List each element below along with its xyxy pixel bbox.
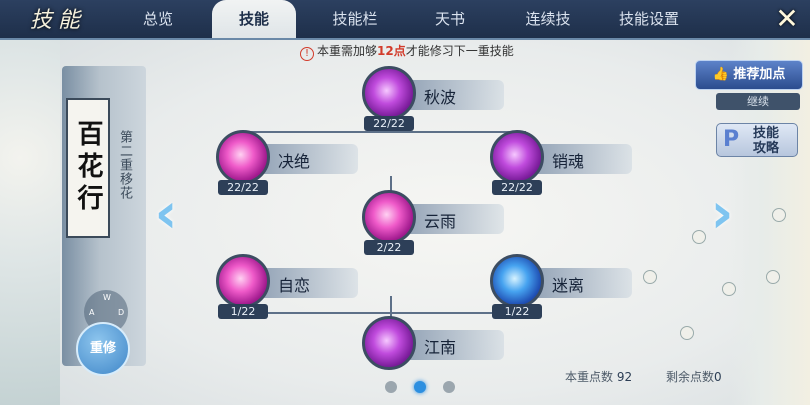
- skill-level: 1/22: [218, 304, 268, 319]
- decor-dot: [766, 270, 780, 284]
- skill-name: 迷离: [552, 276, 585, 295]
- page-dot-2[interactable]: [414, 381, 426, 393]
- skill-node[interactable]: 决绝 22/22: [216, 130, 366, 195]
- skill-node[interactable]: 自恋 1/22: [216, 254, 366, 319]
- tab-skill-bar[interactable]: 技能栏: [310, 0, 400, 38]
- tab-skills[interactable]: 技能: [212, 0, 296, 38]
- thumbs-up-icon: 👍: [712, 67, 729, 82]
- skill-name: 云雨: [424, 212, 457, 231]
- notice-prefix: 本重需加够: [317, 44, 378, 58]
- skill-icon: [362, 190, 416, 244]
- reset-skills-button[interactable]: 重修: [76, 322, 130, 376]
- notice-points: 12点: [377, 44, 406, 58]
- skill-level: 22/22: [364, 116, 414, 131]
- skill-logo: 技能: [30, 8, 87, 33]
- skill-icon: [490, 254, 544, 308]
- skill-name: 自恋: [278, 276, 311, 295]
- decor-dot: [643, 270, 657, 284]
- recommend-label: 推荐加点: [733, 67, 786, 82]
- joystick-left: A: [89, 308, 95, 317]
- tab-heavenly-book[interactable]: 天书: [410, 0, 490, 38]
- upgrade-notice: ! 本重需加够12点才能修习下一重技能: [300, 42, 570, 61]
- next-page-arrow-icon[interactable]: ›: [704, 186, 740, 242]
- skill-node[interactable]: 迷离 1/22: [490, 254, 640, 319]
- joystick-right: D: [118, 308, 125, 317]
- tab-skill-settings[interactable]: 技能设置: [604, 0, 694, 38]
- skill-icon: [490, 130, 544, 184]
- skill-level: 22/22: [218, 180, 268, 195]
- decor-dot: [692, 230, 706, 244]
- page-dot-3[interactable]: [443, 381, 455, 393]
- remaining-points-label: 剩余点数: [666, 370, 715, 384]
- tab-combo[interactable]: 连续技: [500, 0, 596, 38]
- school-tier: 第二重移花: [117, 130, 132, 200]
- skill-icon: [216, 254, 270, 308]
- skill-level: 2/22: [364, 240, 414, 255]
- skill-screen: 技能 总览 技能 技能栏 天书 连续技 技能设置 ✕ ! 本重需加够12点才能修习…: [0, 0, 810, 405]
- page-dot-1[interactable]: [385, 381, 397, 393]
- left-flower-decoration: [0, 38, 60, 405]
- used-points: 本重点数 92: [565, 368, 632, 385]
- guide-icon: P: [723, 127, 740, 152]
- warning-icon: !: [300, 47, 314, 61]
- prev-page-arrow-icon[interactable]: ‹: [148, 186, 184, 242]
- skill-name: 销魂: [552, 152, 585, 171]
- guide-label-1: 技能: [753, 126, 780, 141]
- notice-suffix: 才能修习下一重技能: [405, 44, 514, 58]
- guide-label-2: 攻略: [753, 141, 780, 156]
- decor-dot: [680, 326, 694, 340]
- used-points-value: 92: [616, 370, 633, 384]
- skill-name: 秋波: [424, 88, 457, 107]
- skill-icon: [362, 316, 416, 370]
- skill-node[interactable]: 云雨 2/22: [362, 190, 512, 255]
- remaining-points-value: 0: [714, 370, 722, 384]
- decor-dot: [772, 208, 786, 222]
- continue-button[interactable]: 继续: [716, 93, 800, 110]
- decor-dot: [722, 282, 736, 296]
- recommend-points-button[interactable]: 👍 推荐加点: [695, 60, 803, 90]
- skill-name: 决绝: [278, 152, 311, 171]
- skill-guide-button[interactable]: P 技能 攻略: [716, 123, 798, 157]
- skill-icon: [362, 66, 416, 120]
- skill-node[interactable]: 江南: [362, 316, 512, 376]
- school-name: 百花行: [66, 98, 110, 238]
- skill-node[interactable]: 销魂 22/22: [490, 130, 640, 195]
- tab-overview[interactable]: 总览: [118, 0, 198, 38]
- close-icon[interactable]: ✕: [772, 4, 802, 34]
- remaining-points: 剩余点数0: [666, 368, 722, 385]
- connector: [390, 296, 392, 318]
- top-tab-bar: 技能 总览 技能 技能栏 天书 连续技 技能设置 ✕: [0, 0, 810, 40]
- used-points-label: 本重点数: [565, 370, 614, 384]
- joystick-up: W: [103, 293, 111, 302]
- skill-icon: [216, 130, 270, 184]
- skill-node[interactable]: 秋波 22/22: [362, 66, 512, 131]
- skill-name: 江南: [424, 338, 457, 357]
